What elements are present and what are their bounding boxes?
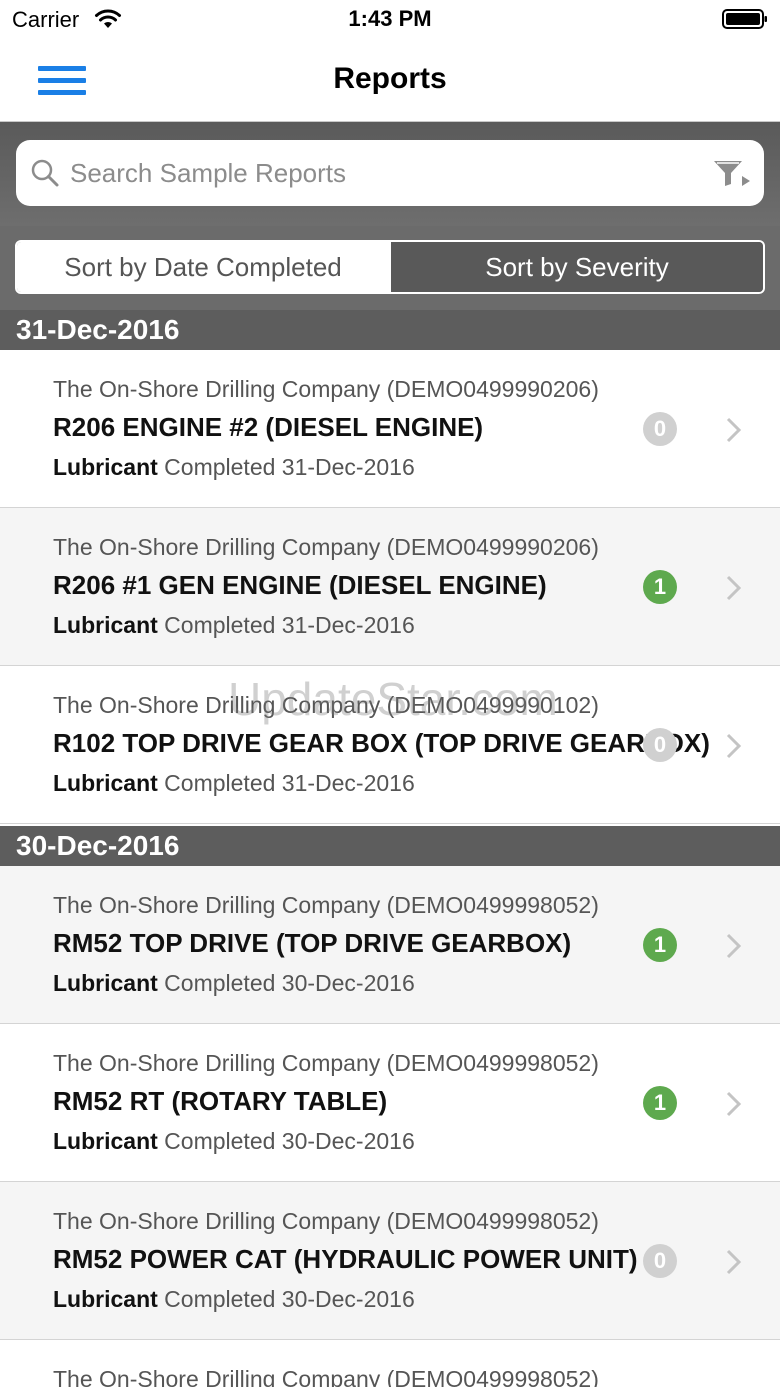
report-type: Lubricant [53,970,158,996]
report-company: The On-Shore Drilling Company (DEMO04999… [53,376,599,402]
report-subtitle: Lubricant Completed 31-Dec-2016 [53,454,415,481]
sort-segmented-control: Sort by Date Completed Sort by Severity [15,240,765,294]
status-bar: Carrier 1:43 PM [0,0,780,40]
section-header-date: 31-Dec-2016 [0,310,780,350]
filter-icon[interactable] [712,158,752,188]
report-completed: Completed 30-Dec-2016 [164,970,415,996]
report-completed: Completed 31-Dec-2016 [164,454,415,480]
search-icon [31,159,59,187]
chevron-right-icon [726,1091,742,1117]
report-company: The On-Shore Drilling Company (DEMO04999… [53,534,599,560]
report-type: Lubricant [53,612,158,638]
report-completed: Completed 31-Dec-2016 [164,612,415,638]
report-subtitle: Lubricant Completed 31-Dec-2016 [53,612,415,639]
report-title: RM52 TOP DRIVE (TOP DRIVE GEARBOX) [53,928,572,958]
status-time: 1:43 PM [348,6,432,31]
report-subtitle: Lubricant Completed 31-Dec-2016 [53,770,415,797]
severity-badge: 0 [643,728,677,762]
report-company: The On-Shore Drilling Company (DEMO04999… [53,1366,599,1387]
severity-badge: 1 [643,570,677,604]
navigation-bar: Reports [0,40,780,122]
report-row[interactable]: The On-Shore Drilling Company (DEMO04999… [0,866,780,1024]
search-box[interactable] [16,140,764,206]
report-company: The On-Shore Drilling Company (DEMO04999… [53,892,599,918]
report-company: The On-Shore Drilling Company (DEMO04999… [53,692,599,718]
report-row[interactable]: The On-Shore Drilling Company (DEMO04999… [0,508,780,666]
report-completed: Completed 30-Dec-2016 [164,1128,415,1154]
report-title: R206 ENGINE #2 (DIESEL ENGINE) [53,412,484,442]
chevron-right-icon [726,417,742,443]
severity-badge: 0 [643,412,677,446]
report-type: Lubricant [53,454,158,480]
report-type: Lubricant [53,770,158,796]
report-title: RM52 RT (ROTARY TABLE) [53,1086,388,1116]
search-input[interactable] [70,148,690,198]
chevron-right-icon [726,733,742,759]
chevron-right-icon [726,575,742,601]
report-row[interactable]: The On-Shore Drilling Company (DEMO04999… [0,350,780,508]
search-area [0,122,780,226]
report-title: R206 #1 GEN ENGINE (DIESEL ENGINE) [53,570,547,600]
report-row[interactable]: The On-Shore Drilling Company (DEMO04999… [0,666,780,824]
report-row[interactable]: The On-Shore Drilling Company (DEMO04999… [0,1182,780,1340]
report-type: Lubricant [53,1286,158,1312]
battery-icon [722,9,767,29]
report-subtitle: Lubricant Completed 30-Dec-2016 [53,970,415,997]
report-completed: Completed 31-Dec-2016 [164,770,415,796]
report-subtitle: Lubricant Completed 30-Dec-2016 [53,1128,415,1155]
report-title: R102 TOP DRIVE GEAR BOX (TOP DRIVE GEARB… [53,728,710,758]
severity-badge: 0 [643,1244,677,1278]
report-company: The On-Shore Drilling Company (DEMO04999… [53,1050,599,1076]
severity-badge: 1 [643,1086,677,1120]
section-header-date: 30-Dec-2016 [0,826,780,866]
sort-by-date-button[interactable]: Sort by Date Completed [17,242,389,292]
report-row-partial[interactable]: The On-Shore Drilling Company (DEMO04999… [0,1340,780,1387]
report-company: The On-Shore Drilling Company (DEMO04999… [53,1208,599,1234]
chevron-right-icon [726,933,742,959]
report-row[interactable]: The On-Shore Drilling Company (DEMO04999… [0,1024,780,1182]
report-title: RM52 POWER CAT (HYDRAULIC POWER UNIT) [53,1244,638,1274]
report-type: Lubricant [53,1128,158,1154]
page-title: Reports [333,62,447,95]
sort-by-severity-button[interactable]: Sort by Severity [389,242,763,292]
report-subtitle: Lubricant Completed 30-Dec-2016 [53,1286,415,1313]
report-completed: Completed 30-Dec-2016 [164,1286,415,1312]
chevron-right-icon [726,1249,742,1275]
severity-badge: 1 [643,928,677,962]
sort-area: Sort by Date Completed Sort by Severity [0,226,780,310]
